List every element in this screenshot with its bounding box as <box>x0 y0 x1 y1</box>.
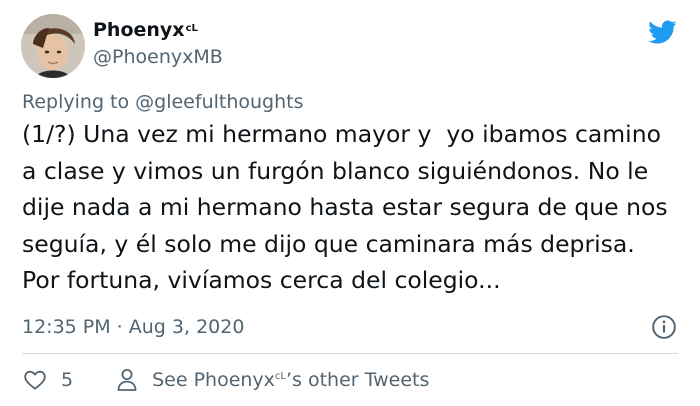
see-other-tweets-link[interactable]: See PhoenyxcL’s other Tweets <box>152 369 429 391</box>
heart-icon[interactable] <box>22 368 48 392</box>
person-icon[interactable] <box>115 367 139 393</box>
see-other-tail: ’s other Tweets <box>286 369 430 391</box>
see-other-prefix: See Phoenyx <box>152 369 275 391</box>
replying-to: Replying to @gleefulthoughts <box>22 89 304 115</box>
tweet-text: (1/?) Una vez mi hermano mayor y yo ibam… <box>22 116 692 299</box>
tweet-line: seguía, y él solo me dijo que caminara m… <box>22 229 635 258</box>
like-count: 5 <box>61 369 74 391</box>
twitter-bird-icon[interactable] <box>645 17 679 47</box>
avatar-photo <box>21 14 85 78</box>
replying-prefix: Replying to <box>22 91 136 113</box>
avatar[interactable] <box>21 14 85 78</box>
tweet-line: dije nada a mi hermano hasta estar segur… <box>22 193 668 221</box>
tweet-line: a clase y vimos un furgón blanco siguién… <box>22 156 649 185</box>
info-icon[interactable] <box>651 314 677 340</box>
display-name-text: Phoenyx <box>93 19 185 41</box>
tweet-line: Por fortuna, vivíamos cerca del colegio.… <box>22 266 501 294</box>
tweet-line: (1/?) Una vez mi hermano mayor y yo ibam… <box>22 120 661 148</box>
display-name[interactable]: PhoenyxcL <box>93 18 198 42</box>
user-handle[interactable]: @PhoenyxMB <box>93 45 223 69</box>
tweet-timestamp[interactable]: 12:35 PM · Aug 3, 2020 <box>22 314 244 340</box>
reply-target-link[interactable]: @gleefulthoughts <box>135 91 303 113</box>
display-name-suffix: cL <box>185 23 198 34</box>
see-other-sup: cL <box>274 371 286 382</box>
tweet-actions: 5 See PhoenyxcL’s other Tweets <box>22 366 429 394</box>
divider <box>22 353 678 354</box>
